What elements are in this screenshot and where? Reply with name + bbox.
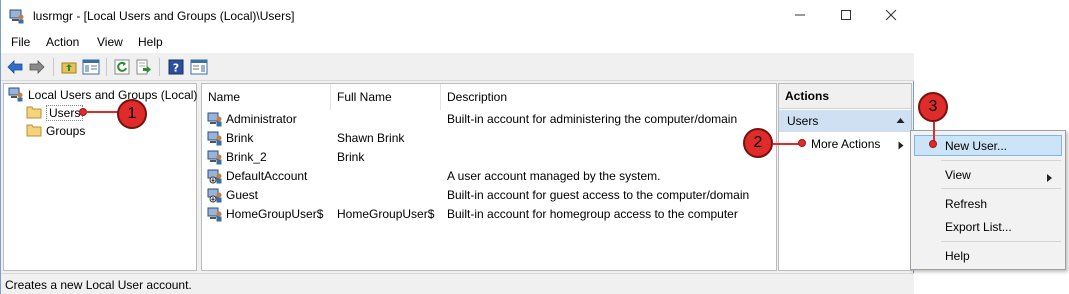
user-icon — [207, 206, 223, 222]
toolbar-separator — [159, 58, 160, 76]
show-hide-tree-icon[interactable] — [82, 58, 100, 76]
menu-item-refresh[interactable]: Refresh — [945, 197, 987, 211]
status-text: Creates a new Local User account. — [5, 278, 192, 292]
actions-header: Actions — [779, 84, 911, 109]
tree-item-users[interactable]: Users — [26, 104, 84, 122]
table-row[interactable]: Brink_2 Brink — [202, 148, 776, 167]
user-name: HomeGroupUser$ — [226, 207, 324, 221]
callout-line — [86, 111, 120, 113]
show-hide-action-pane-icon[interactable] — [190, 58, 208, 76]
user-name: Brink — [226, 131, 254, 145]
user-description: Built-in account for administering the c… — [447, 112, 738, 126]
menu-help[interactable]: Help — [138, 35, 163, 49]
up-folder-icon[interactable] — [60, 58, 78, 76]
user-name: Administrator — [226, 112, 297, 126]
menu-bar: File Action View Help — [1, 31, 914, 53]
user-full-name: Shawn Brink — [337, 131, 405, 145]
svg-text:?: ? — [173, 62, 179, 75]
context-menu: New User... View Refresh Export List... … — [910, 130, 1066, 270]
table-row[interactable]: HomeGroupUser$ HomeGroupUser$ Built-in a… — [202, 205, 776, 224]
callout-2: 2 — [743, 128, 773, 158]
table-row[interactable]: Administrator Built-in account for admin… — [202, 110, 776, 129]
user-description: A user account managed by the system. — [447, 169, 661, 183]
menu-separator — [941, 241, 1061, 242]
callout-line — [933, 122, 935, 142]
user-name: Brink_2 — [226, 150, 267, 164]
column-header-full-name[interactable]: Full Name — [331, 84, 441, 110]
menu-item-view[interactable]: View — [945, 168, 971, 182]
callout-pointer-dot — [798, 139, 806, 147]
tree-root-label: Local Users and Groups (Local) — [28, 88, 198, 102]
forward-arrow-icon[interactable] — [28, 58, 46, 76]
refresh-icon[interactable] — [113, 58, 131, 76]
disabled-user-icon — [207, 187, 223, 203]
toolbar-separator — [106, 58, 107, 76]
user-full-name: HomeGroupUser$ — [337, 207, 435, 221]
user-description: Built-in account for homegroup access to… — [447, 207, 738, 221]
computer-users-icon — [8, 86, 24, 105]
user-icon — [207, 111, 223, 127]
tree-root[interactable]: Local Users and Groups (Local) — [8, 86, 197, 104]
title-bar: lusrmgr - [Local Users and Groups (Local… — [1, 0, 914, 31]
column-header-name[interactable]: Name — [202, 84, 331, 110]
menu-separator — [941, 188, 1061, 189]
folder-icon — [26, 105, 42, 122]
user-icon — [207, 130, 223, 146]
help-icon[interactable]: ? — [167, 58, 185, 76]
submenu-arrow-icon — [898, 139, 904, 153]
callout-line — [773, 143, 800, 145]
users-list: Name Full Name Description Administrator… — [201, 83, 777, 271]
callout-1: 1 — [117, 99, 147, 129]
computer-users-icon — [9, 8, 25, 24]
user-icon — [207, 149, 223, 165]
tree-item-label: Users — [46, 105, 84, 121]
tree-item-label: Groups — [46, 124, 86, 138]
maximize-icon[interactable] — [823, 0, 869, 30]
toolbar: ? — [1, 53, 914, 81]
menu-file[interactable]: File — [11, 35, 30, 49]
window-title: lusrmgr - [Local Users and Groups (Local… — [33, 9, 295, 23]
callout-pointer-dot — [929, 140, 937, 148]
user-description: Built-in account for guest access to the… — [447, 188, 750, 202]
more-actions-label: More Actions — [811, 137, 881, 151]
menu-separator — [941, 160, 1061, 161]
table-row[interactable]: DefaultAccount A user account managed by… — [202, 167, 776, 186]
menu-view[interactable]: View — [97, 35, 123, 49]
actions-pane: Actions Users More Actions — [778, 83, 912, 271]
back-arrow-icon[interactable] — [6, 58, 24, 76]
submenu-arrow-icon — [1047, 171, 1052, 185]
toolbar-separator — [53, 58, 54, 76]
user-full-name: Brink — [337, 150, 365, 164]
table-row[interactable]: Brink Shawn Brink — [202, 129, 776, 148]
menu-item-help[interactable]: Help — [945, 249, 970, 263]
user-name: Guest — [226, 188, 259, 202]
tree-item-groups[interactable]: Groups — [26, 122, 85, 140]
status-bar: Creates a new Local User account. — [1, 273, 914, 294]
folder-icon — [26, 123, 42, 140]
export-list-icon[interactable] — [135, 58, 153, 76]
actions-section-users[interactable]: Users — [779, 110, 911, 132]
disabled-user-icon — [207, 168, 223, 184]
user-name: DefaultAccount — [226, 169, 308, 183]
menu-item-export-list[interactable]: Export List... — [945, 220, 1012, 234]
menu-item-new-user[interactable]: New User... — [945, 139, 1007, 153]
table-row[interactable]: Guest Built-in account for guest access … — [202, 186, 776, 205]
close-icon[interactable] — [868, 0, 914, 30]
minimize-icon[interactable] — [777, 0, 823, 30]
more-actions-item[interactable]: More Actions — [811, 137, 880, 151]
actions-section-label: Users — [787, 114, 819, 128]
app-window: lusrmgr - [Local Users and Groups (Local… — [0, 0, 914, 294]
column-header-description[interactable]: Description — [441, 84, 776, 110]
menu-action[interactable]: Action — [46, 35, 79, 49]
collapse-arrow-icon[interactable] — [896, 110, 905, 132]
callout-3: 3 — [918, 92, 948, 122]
